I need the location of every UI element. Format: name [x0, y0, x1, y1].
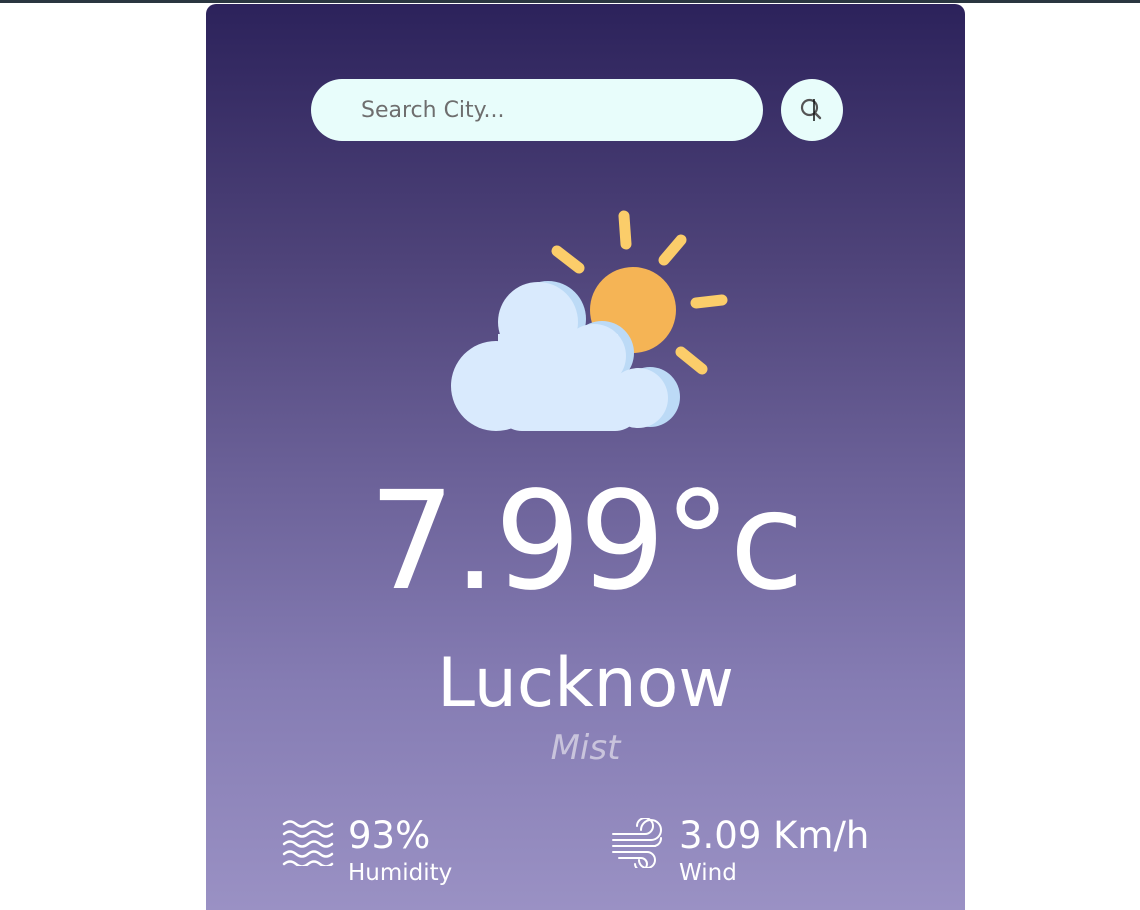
wind-label: Wind	[679, 860, 737, 886]
temperature-value: 7.99°c	[368, 463, 805, 621]
humidity-icon	[282, 820, 334, 866]
browser-top-border	[0, 0, 1140, 3]
city-name: Lucknow	[437, 644, 734, 723]
weather-condition: Mist	[550, 728, 621, 768]
search-icon	[800, 98, 822, 121]
search-button[interactable]	[781, 79, 843, 141]
wind-value: 3.09 Km/h	[679, 814, 870, 857]
humidity-value: 93%	[348, 814, 431, 857]
wind-icon	[612, 818, 662, 868]
weather-card: 7.99°c Lucknow Mist 93% Humidity	[206, 4, 965, 910]
wind-stat: 3.09 Km/h Wind	[611, 814, 869, 888]
humidity-stat: 93% Humidity	[282, 814, 452, 888]
humidity-label: Humidity	[348, 860, 453, 886]
search-input[interactable]	[311, 79, 763, 141]
partly-cloudy-icon	[451, 210, 728, 431]
